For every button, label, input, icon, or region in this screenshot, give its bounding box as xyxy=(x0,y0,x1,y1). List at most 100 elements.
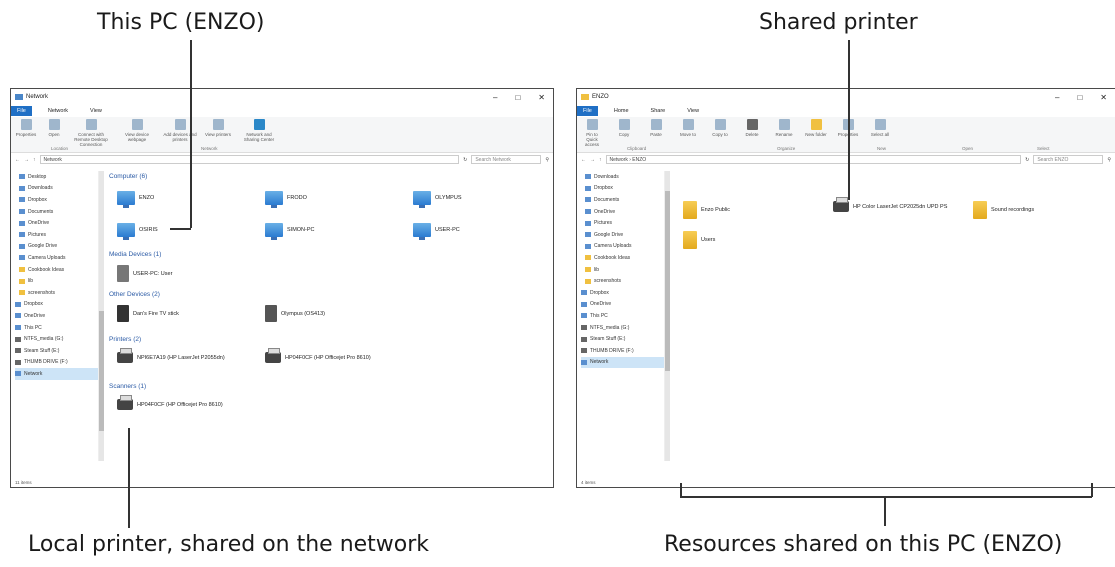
view-device-webpage-button[interactable]: View device webpage xyxy=(117,119,157,142)
back-icon[interactable]: ← xyxy=(15,157,20,163)
rename-button[interactable]: Rename xyxy=(773,119,795,137)
printer-item[interactable]: HP04F0CF (HP Officejet Pro 8610) xyxy=(265,348,371,363)
refresh-icon[interactable]: ↻ xyxy=(1025,157,1029,163)
scanner-item[interactable]: HP04F0CF (HP Officejet Pro 8610) xyxy=(117,395,223,410)
move-to-button[interactable]: Move to xyxy=(677,119,699,137)
nav-item[interactable]: Google Drive xyxy=(585,229,664,241)
nav-item[interactable]: Steam Stuff (E:) xyxy=(581,333,664,345)
computer-item[interactable]: ENZO xyxy=(117,191,154,208)
paste-button[interactable]: Paste xyxy=(645,119,667,137)
add-devices-button[interactable]: Add devices and printers xyxy=(163,119,197,142)
new-folder-button[interactable]: New folder xyxy=(805,119,827,137)
nav-item[interactable]: THUMB DRIVE (F:) xyxy=(581,345,664,357)
nav-item[interactable]: Documents xyxy=(585,194,664,206)
search-icon[interactable]: ⚲ xyxy=(1107,157,1111,163)
maximize-button[interactable]: □ xyxy=(1077,93,1082,102)
computer-item[interactable]: USER-PC xyxy=(413,223,460,240)
tab-file[interactable]: File xyxy=(577,106,598,116)
nav-item[interactable]: Google Drive xyxy=(19,241,98,253)
computer-item[interactable]: SIMON-PC xyxy=(265,223,315,240)
nav-item[interactable]: This PC xyxy=(15,322,98,334)
network-sharing-center-button[interactable]: Network and Sharing Center xyxy=(239,119,279,142)
group-computer[interactable]: Computer (6) xyxy=(109,173,147,180)
nav-item[interactable]: Desktop xyxy=(19,171,98,183)
nav-item[interactable]: Pictures xyxy=(19,229,98,241)
nav-item[interactable]: Dropbox xyxy=(581,287,664,299)
nav-scrollbar[interactable] xyxy=(99,171,104,461)
nav-item[interactable]: THUMB DRIVE (F:) xyxy=(15,357,98,369)
nav-item[interactable]: Dropbox xyxy=(585,183,664,195)
computer-item[interactable]: OSIRIS xyxy=(117,223,158,240)
nav-item[interactable]: OneDrive xyxy=(585,206,664,218)
media-device-item[interactable]: USER-PC: User xyxy=(117,265,172,282)
scroll-thumb[interactable] xyxy=(665,191,670,371)
address-bar[interactable]: Network xyxy=(39,155,460,164)
back-icon[interactable]: ← xyxy=(581,157,586,163)
nav-item[interactable]: OneDrive xyxy=(15,310,98,322)
maximize-button[interactable]: □ xyxy=(515,93,520,102)
nav-item[interactable]: Pictures xyxy=(585,217,664,229)
nav-item[interactable]: Downloads xyxy=(585,171,664,183)
nav-item[interactable]: lib xyxy=(19,275,98,287)
group-other-devices[interactable]: Other Devices (2) xyxy=(109,291,160,298)
nav-item[interactable]: NTFS_media (G:) xyxy=(15,333,98,345)
share-item[interactable]: Users xyxy=(683,231,715,249)
tab-network[interactable]: Network xyxy=(42,106,74,116)
search-icon[interactable]: ⚲ xyxy=(545,157,549,163)
share-item[interactable]: Enzo Public xyxy=(683,201,730,219)
nav-item[interactable]: Dropbox xyxy=(15,299,98,311)
up-icon[interactable]: ↑ xyxy=(33,157,36,163)
scroll-thumb[interactable] xyxy=(99,311,104,431)
tab-view[interactable]: View xyxy=(84,106,108,116)
nav-item[interactable]: Steam Stuff (E:) xyxy=(15,345,98,357)
nav-item[interactable]: OneDrive xyxy=(581,299,664,311)
minimize-button[interactable]: – xyxy=(1055,93,1059,102)
nav-item[interactable]: Camera Uploads xyxy=(585,241,664,253)
close-button[interactable]: ✕ xyxy=(538,93,545,102)
nav-item[interactable]: This PC xyxy=(581,310,664,322)
nav-item[interactable]: Documents xyxy=(19,206,98,218)
printer-item[interactable]: NPI6E7A19 (HP LaserJet P2055dn) xyxy=(117,348,225,363)
delete-button[interactable]: Delete xyxy=(741,119,763,137)
other-device-item[interactable]: Dan's Fire TV stick xyxy=(117,305,179,322)
nav-scrollbar[interactable] xyxy=(665,171,670,461)
shared-printer-item[interactable]: HP Color LaserJet CP2025dn UPD PS xyxy=(833,197,953,212)
computer-item[interactable]: FRODO xyxy=(265,191,307,208)
tab-view[interactable]: View xyxy=(681,106,705,116)
nav-item[interactable]: OneDrive xyxy=(19,217,98,229)
nav-item[interactable]: NTFS_media (G:) xyxy=(581,322,664,334)
open-button[interactable]: Open xyxy=(43,119,65,137)
nav-item-network[interactable]: Network xyxy=(581,356,664,369)
nav-item[interactable]: screenshots xyxy=(585,275,664,287)
nav-item[interactable]: Cookbook Ideas xyxy=(585,252,664,264)
tab-share[interactable]: Share xyxy=(645,106,672,116)
copy-button[interactable]: Copy xyxy=(613,119,635,137)
group-printers[interactable]: Printers (2) xyxy=(109,336,141,343)
group-scanners[interactable]: Scanners (1) xyxy=(109,383,146,390)
copy-to-button[interactable]: Copy to xyxy=(709,119,731,137)
minimize-button[interactable]: – xyxy=(493,93,497,102)
remote-desktop-button[interactable]: Connect with Remote Desktop Connection xyxy=(71,119,111,147)
address-bar[interactable]: Network › ENZO xyxy=(605,155,1022,164)
nav-item[interactable]: Dropbox xyxy=(19,194,98,206)
nav-item[interactable]: lib xyxy=(585,264,664,276)
up-icon[interactable]: ↑ xyxy=(599,157,602,163)
tab-home[interactable]: Home xyxy=(608,106,635,116)
nav-item[interactable]: Downloads xyxy=(19,183,98,195)
group-media-devices[interactable]: Media Devices (1) xyxy=(109,251,161,258)
view-printers-button[interactable]: View printers xyxy=(203,119,233,137)
pin-quick-access-button[interactable]: Pin to Quick access xyxy=(581,119,603,147)
nav-item[interactable]: Cookbook Ideas xyxy=(19,264,98,276)
other-device-item[interactable]: Olympus (OS413) xyxy=(265,305,325,322)
close-button[interactable]: ✕ xyxy=(1100,93,1107,102)
properties-button[interactable]: Properties xyxy=(15,119,37,137)
forward-icon[interactable]: → xyxy=(590,157,595,163)
search-input[interactable]: Search ENZO xyxy=(1033,155,1104,164)
tab-file[interactable]: File xyxy=(11,106,32,116)
refresh-icon[interactable]: ↻ xyxy=(463,157,467,163)
nav-item-network[interactable]: Network xyxy=(15,368,98,380)
nav-item[interactable]: screenshots xyxy=(19,287,98,299)
search-input[interactable]: Search Network xyxy=(471,155,542,164)
select-all-button[interactable]: Select all xyxy=(869,119,891,137)
nav-item[interactable]: Camera Uploads xyxy=(19,252,98,264)
